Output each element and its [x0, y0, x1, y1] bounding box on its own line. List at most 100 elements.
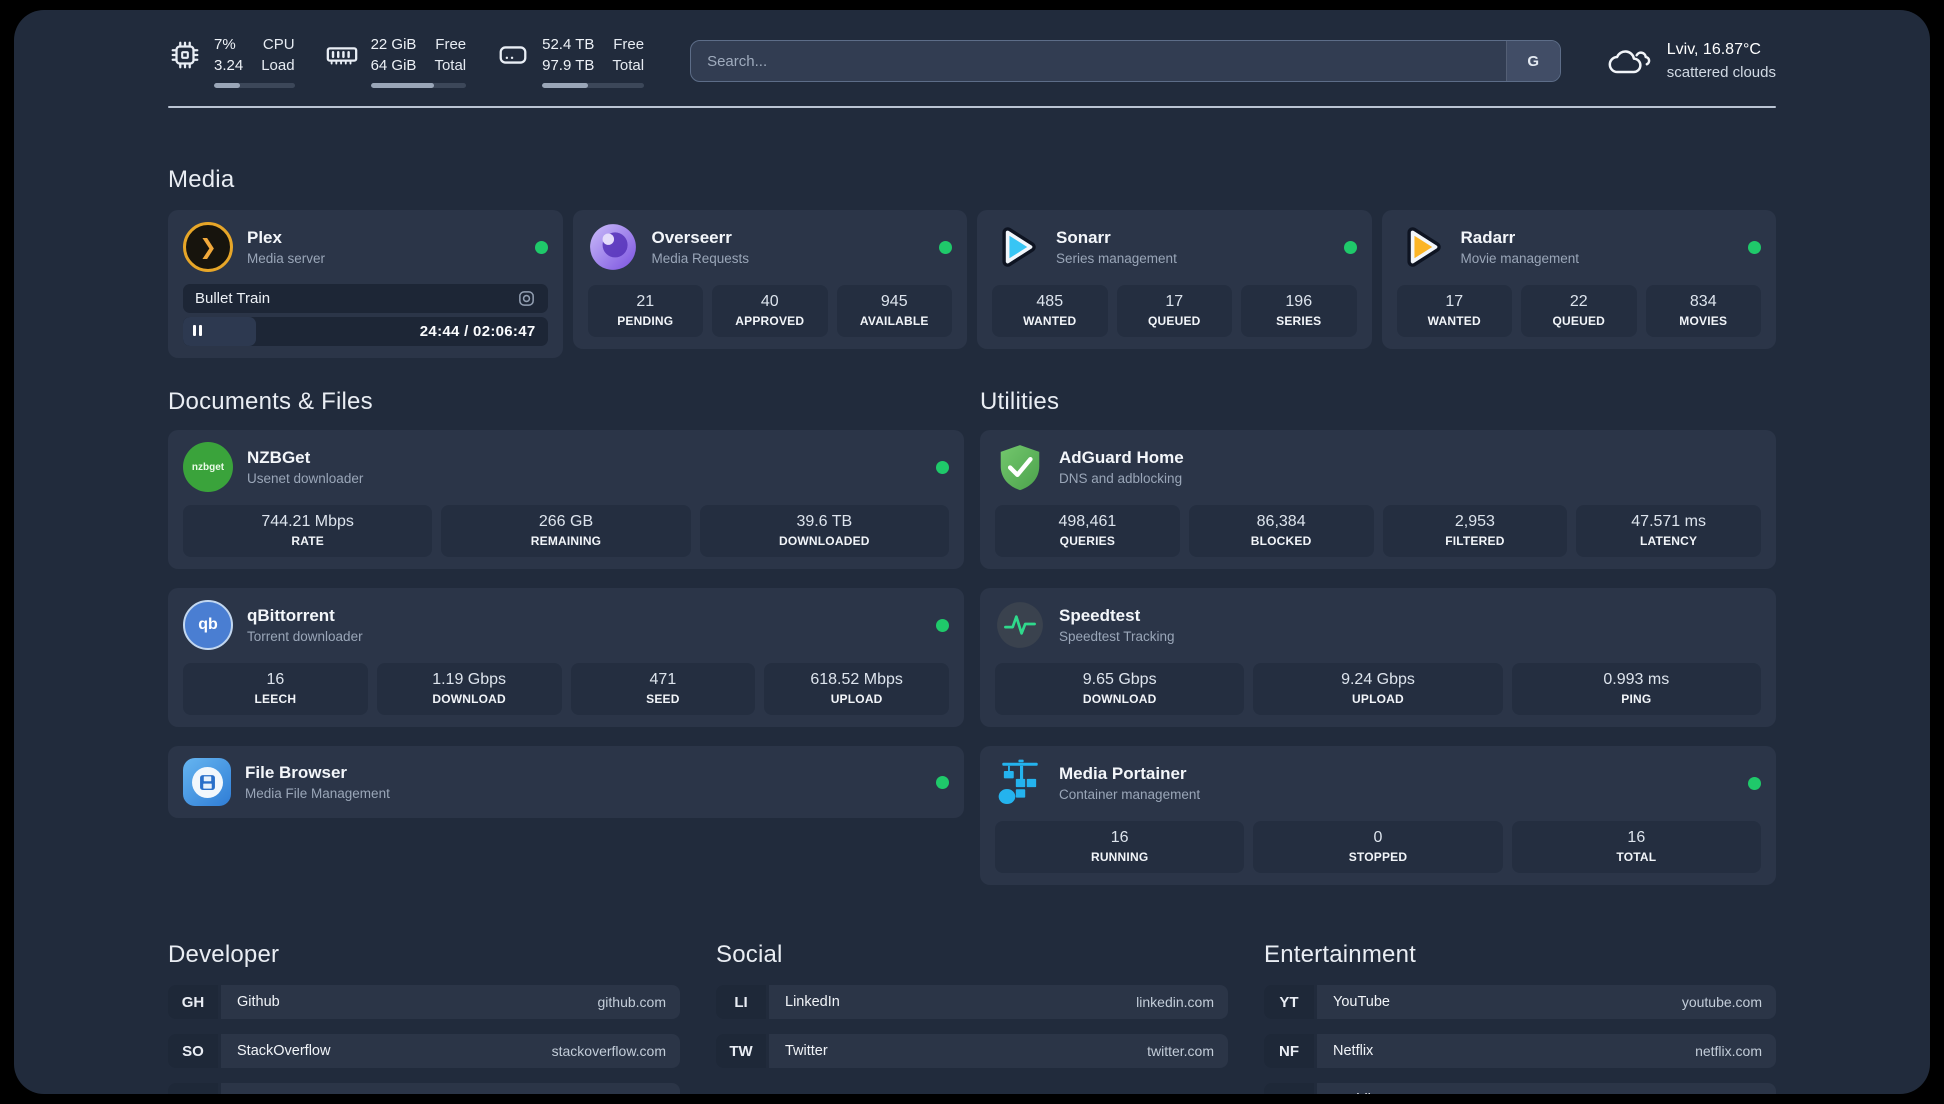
app-card-overseerr[interactable]: Overseerr Media Requests 21 PENDING 40 APP…	[572, 210, 967, 349]
bookmark-linkedin[interactable]: LI LinkedIn linkedin.com	[716, 985, 1228, 1019]
section-title-documents: Documents & Files	[168, 388, 373, 415]
bookmark-name: DEV	[237, 1092, 267, 1094]
stat-box: 744.21 Mbps RATE	[183, 505, 433, 557]
app-name: Sonarr	[1056, 228, 1111, 247]
weather-widget: Lviv, 16.87°C scattered clouds	[1607, 39, 1776, 82]
stat-box: 471 SEED	[570, 663, 756, 715]
app-description: Media Requests	[651, 251, 750, 266]
app-description: Usenet downloader	[247, 471, 364, 486]
bookmark-name: Netflix	[1333, 1043, 1374, 1059]
app-card-speedtest[interactable]: Speedtest Speedtest Tracking 9.65 Gbps DO…	[980, 588, 1776, 727]
bookmark-name: Github	[237, 994, 280, 1010]
bookmark-name: LinkedIn	[785, 994, 840, 1010]
stat-box: 618.52 Mbps UPLOAD	[764, 663, 949, 715]
stat-box: 485 WANTED	[992, 285, 1108, 337]
app-description: Media File Management	[245, 786, 390, 801]
app-card-filebrowser[interactable]: File Browser Media File Management	[168, 746, 964, 818]
app-description: DNS and adblocking	[1059, 471, 1183, 486]
app-card-nzbget[interactable]: nzbget NZBGet Usenet downloader 744.21 M…	[168, 430, 964, 569]
bookmark-netflix[interactable]: NF Netflix netflix.com	[1264, 1034, 1776, 1068]
section-title-social: Social	[716, 941, 783, 968]
app-card-radarr[interactable]: Radarr Movie management 17 WANTED 22 QUEUE…	[1381, 210, 1776, 349]
ram-label-2: Total	[434, 57, 467, 74]
bookmark-url: youtube.com	[1681, 994, 1762, 1010]
stat-box: 196 SERIES	[1241, 285, 1357, 337]
disk-icon	[499, 46, 527, 64]
bookmark-github[interactable]: GH Github github.com	[168, 985, 680, 1019]
weather-condition: scattered clouds	[1666, 63, 1776, 81]
app-description: Torrent downloader	[247, 629, 363, 644]
search-input[interactable]	[691, 41, 1506, 81]
overseerr-icon	[588, 222, 638, 272]
stat-box: 86,384 BLOCKED	[1188, 505, 1374, 557]
bookmark-url: dev.to	[629, 1092, 666, 1094]
bookmark-reddit[interactable]: RE Reddit reddit.com	[1264, 1083, 1776, 1094]
bookmark-twitter[interactable]: TW Twitter twitter.com	[716, 1034, 1228, 1068]
stat-box: 16 RUNNING	[995, 821, 1245, 873]
app-card-sonarr[interactable]: Sonarr Series management 485 WANTED 17 QUE…	[977, 210, 1372, 349]
bookmark-name: StackOverflow	[237, 1043, 331, 1059]
app-card-portainer[interactable]: Media Portainer Container management 16 R…	[980, 746, 1776, 885]
stat-box: 22 QUEUED	[1521, 285, 1637, 337]
ram-free: 22 GiB	[370, 36, 417, 53]
bookmark-abbr: NF	[1264, 1034, 1314, 1068]
cpu-monitor: 7% 3.24 CPU Load	[168, 34, 295, 88]
bookmark-url: reddit.com	[1697, 1092, 1762, 1094]
bookmark-name: Twitter	[785, 1043, 828, 1059]
stat-box: 17 WANTED	[1396, 285, 1512, 337]
stat-box: 17 QUEUED	[1116, 285, 1232, 337]
section-title-media: Media	[168, 166, 235, 193]
disk-label-2: Total	[612, 57, 645, 74]
dashboard: 7% 3.24 CPU Load 22 GiB 64 GiB Free Tota…	[14, 10, 1930, 1094]
now-playing-row: Bullet Train	[183, 284, 548, 313]
app-description: Speedtest Tracking	[1059, 629, 1175, 644]
playback-progress: 24:44 / 02:06:47	[183, 317, 548, 346]
stat-box: 9.65 Gbps DOWNLOAD	[995, 663, 1245, 715]
top-bar: 7% 3.24 CPU Load 22 GiB 64 GiB Free Tota…	[168, 34, 1776, 88]
cloud-icon	[1608, 50, 1651, 74]
app-name: Overseerr	[651, 228, 732, 247]
app-card-qbittorrent[interactable]: qb qBittorrent Torrent downloader 16 LEEC…	[168, 588, 964, 727]
sonarr-icon	[992, 222, 1042, 272]
app-name: AdGuard Home	[1059, 448, 1184, 467]
bookmark-name: Reddit	[1333, 1092, 1375, 1094]
bookmark-url: twitter.com	[1147, 1043, 1214, 1059]
ram-total: 64 GiB	[370, 57, 417, 74]
bookmark-abbr: YT	[1264, 985, 1314, 1019]
bookmark-dev[interactable]: DT DEV dev.to	[168, 1083, 680, 1094]
cpu-progress-bar	[214, 83, 295, 88]
section-title-utilities: Utilities	[980, 388, 1060, 415]
stat-box: 47.571 ms LATENCY	[1576, 505, 1761, 557]
bookmark-stackoverflow[interactable]: SO StackOverflow stackoverflow.com	[168, 1034, 680, 1068]
stat-box: 498,461 QUERIES	[995, 505, 1180, 557]
app-name: Radarr	[1460, 228, 1516, 247]
status-dot	[1748, 240, 1761, 254]
app-description: Series management	[1056, 251, 1177, 266]
now-playing-title: Bullet Train	[195, 290, 271, 307]
bookmark-abbr: RE	[1264, 1083, 1314, 1094]
ram-monitor: 22 GiB 64 GiB Free Total	[325, 34, 467, 88]
cpu-label-2: Load	[261, 57, 295, 74]
search-provider-button[interactable]: G	[1505, 41, 1560, 81]
app-name: File Browser	[245, 763, 348, 782]
disk-progress-bar	[542, 83, 645, 88]
status-dot	[936, 618, 949, 632]
stat-box: 16 LEECH	[183, 663, 368, 715]
section-title-developer: Developer	[168, 941, 280, 968]
playback-time: 24:44 / 02:06:47	[419, 323, 536, 340]
disk-label-1: Free	[613, 36, 645, 53]
app-name: NZBGet	[247, 448, 311, 467]
bookmark-youtube[interactable]: YT YouTube youtube.com	[1264, 985, 1776, 1019]
cpu-load: 3.24	[214, 57, 244, 74]
app-card-plex[interactable]: ❯ Plex Media server Bullet Train 24:44 /…	[168, 210, 563, 358]
app-card-adguard[interactable]: AdGuard Home DNS and adblocking 498,461 Q…	[980, 430, 1776, 569]
app-name: Plex	[247, 228, 282, 247]
stat-box: 9.24 Gbps UPLOAD	[1253, 663, 1503, 715]
stat-box: 266 GB REMAINING	[441, 505, 691, 557]
status-dot	[1343, 240, 1357, 254]
app-name: qBittorrent	[247, 606, 335, 625]
ram-icon	[326, 47, 357, 65]
status-dot	[939, 240, 952, 254]
qbittorrent-icon: qb	[183, 600, 233, 650]
topbar-divider	[168, 106, 1776, 108]
